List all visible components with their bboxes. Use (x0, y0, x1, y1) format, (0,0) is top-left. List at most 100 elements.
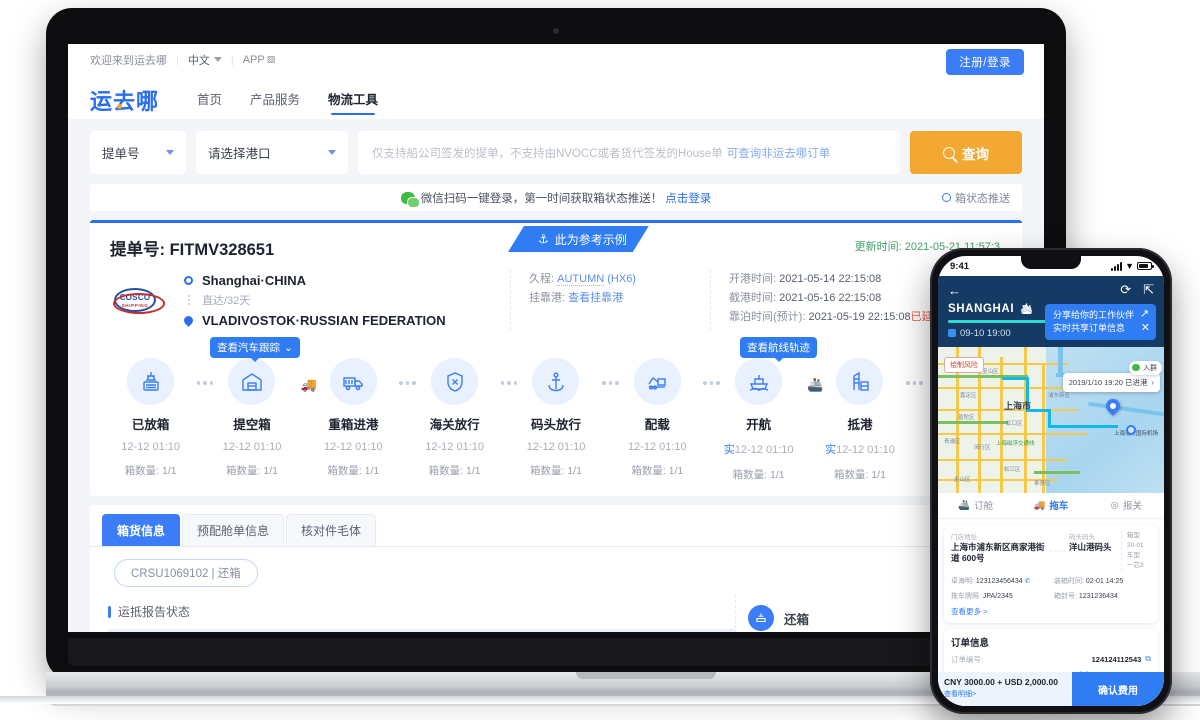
phone-tab-customs[interactable]: ◎ 报关 (1089, 493, 1164, 518)
berth-time-value: 2021-05-19 22:15:08 (808, 311, 911, 323)
open-time-label: 开港时间: (729, 273, 777, 285)
address-to-label: 码头码头 (1069, 533, 1095, 541)
milestone-departure[interactable]: 🚢 开航 实12-12 01:10 箱数量: 1/1 (708, 358, 823, 482)
order-number-label: 订单编号: (951, 654, 984, 664)
divider: | (230, 53, 234, 66)
phone-map[interactable]: 上海市 嘉定区 宝山区 普陀区 虹口区 浦东新区 闵行区 松江区 奉贤区 金山区… (938, 346, 1164, 493)
push-settings-button[interactable]: 箱状态推送 (942, 190, 1010, 206)
address-to: 码头码头 洋山港码头 (1069, 531, 1121, 571)
map-label: 普陀区 (958, 414, 975, 421)
berth-time-label: 靠泊时间(预计): (729, 311, 806, 323)
phone-device: 9:41 ▼ ← ⟳ ⇱ SHANGHAI 🛳 09-10 19:00 ↗ 分享… (930, 248, 1172, 714)
container-chip[interactable]: CRSU1069102 | 还箱 (114, 559, 258, 587)
wechat-group-label: 入群 (1143, 364, 1157, 372)
vessel-voyage: (HX6) (607, 273, 636, 285)
price-block: CNY 3000.00 + USD 2,000.00 查看明细> (938, 672, 1072, 706)
tab-cargo-info[interactable]: 箱货信息 (102, 514, 181, 546)
vessel-row: 久程: AUTUMN (HX6) (529, 270, 710, 289)
phone-icon[interactable]: ✆ (1025, 578, 1031, 585)
confirm-fee-button[interactable]: 确认费用 (1072, 672, 1164, 706)
view-more-link[interactable]: 查看更多 > (951, 606, 1151, 617)
phone-tab-booking[interactable]: 🚢 订舱 (938, 493, 1013, 518)
search-icon (943, 146, 955, 159)
wechat-group-button[interactable]: 入群 (1129, 360, 1162, 375)
search-button[interactable]: 查询 (910, 131, 1022, 174)
open-time-value: 2021-05-14 22:15:08 (779, 273, 882, 285)
back-arrow-icon[interactable]: ← (948, 283, 961, 298)
search-type-select[interactable]: 提单号 (90, 131, 186, 174)
milestone-qty: 箱数量: 1/1 (833, 469, 886, 481)
base-notch (576, 672, 716, 679)
call-port-row: 挂靠港: 查看挂靠港 (529, 289, 710, 308)
phone-address-card[interactable]: 门店地址 上海市浦东新区商家港街道 600号 ○⋯○ 码头码头 洋山港码头 箱型… (944, 524, 1158, 623)
detail-split: 运抵报告状态 状态 发送时间 回执时间 箱号 分关单号 船名 航次 IMO (90, 595, 1022, 632)
search-inline-link[interactable]: 可查询非运去哪订单 (727, 145, 831, 161)
vessel-name[interactable]: AUTUMN (557, 273, 605, 286)
chevron-down-icon (166, 150, 174, 155)
truck-icon (329, 358, 377, 405)
nav-item-products[interactable]: 产品服务 (250, 89, 300, 115)
phone-tab-trailer[interactable]: 🚚 拖车 (1013, 493, 1088, 518)
milestone-name: 开航 (746, 418, 772, 432)
notice-login-link[interactable]: 点击登录 (665, 190, 711, 206)
language-switcher[interactable]: 中文 (188, 52, 222, 68)
address-kv-row: 卓海明: 123123456434 ✆ 装箱时间: 02-01 14:25 (951, 576, 1151, 586)
search-input[interactable]: 仅支持船公司签发的提单，不支持由NVOCC或者货代签发的House单 可查询非运… (358, 131, 900, 174)
signal-icon (1111, 261, 1123, 271)
tab-manifest-info[interactable]: 预配舱单信息 (182, 514, 285, 546)
nav-item-home[interactable]: 首页 (197, 89, 222, 115)
map-label: 上海浦东国际机场 (1114, 430, 1159, 437)
order-card-title: 订单信息 (951, 637, 990, 649)
nav-item-logistics-tools[interactable]: 物流工具 (328, 89, 378, 115)
milestone-time: 12-12 01:10 (425, 441, 484, 453)
map-label: 松江区 (1004, 466, 1021, 473)
route-tracking-label: 查看航线轨迹 (747, 342, 810, 354)
milestone-full-in-port[interactable]: 重箱进港 12-12 01:10 箱数量: 1/1 (303, 358, 416, 482)
anchor-icon (532, 358, 580, 405)
call-port-link[interactable]: 查看挂靠港 (568, 292, 623, 304)
app-link[interactable]: APP (243, 54, 265, 66)
refresh-icon[interactable]: ⟳ (1120, 282, 1131, 298)
route-tracking-tooltip[interactable]: 查看航线轨迹 (740, 337, 817, 362)
port-select[interactable]: 请选择港口 (196, 131, 348, 174)
milestone-released-box[interactable]: 已放箱 12-12 01:10 箱数量: 1/1 (100, 358, 214, 482)
port-crane-icon (836, 358, 884, 405)
bl-number-value: FITMV328651 (169, 241, 275, 259)
transit-info: 直达/32天 (202, 295, 251, 307)
tab-verify-weight[interactable]: 核对件毛体 (286, 514, 377, 546)
loading-time: 装箱时间: 02-01 14:25 (1054, 577, 1124, 585)
order-number-value: 124124112543 (1091, 654, 1142, 664)
truck-tracking-tooltip[interactable]: 查看汽车跟踪 ⌄ (210, 337, 300, 362)
phone-tab-label: 拖车 (1049, 501, 1069, 512)
milestone-stowage[interactable]: 配载 12-12 01:10 箱数量: 1/1 (607, 358, 720, 482)
origin-row: Shanghai·CHINA (184, 270, 510, 290)
wifi-icon: ▼ (1125, 261, 1134, 271)
copy-icon[interactable]: ⧉ (1145, 654, 1151, 664)
ship-small-icon: 🛳 (1020, 303, 1034, 315)
customs-shield-icon (431, 358, 479, 405)
map-label: 闵行区 (974, 444, 991, 451)
milestone-arrival[interactable]: 抵港 实12-12 01:10 箱数量: 1/1 (809, 358, 923, 482)
share-tooltip-line1: 分享给你的工作伙伴 (1052, 310, 1134, 320)
milestone-terminal-release[interactable]: 码头放行 12-12 01:10 箱数量: 1/1 (505, 358, 619, 482)
map-label: 上海磁浮交通线 (996, 440, 1035, 447)
milestone-customs-release[interactable]: 海关放行 12-12 01:10 箱数量: 1/1 (404, 358, 518, 482)
price-detail-link[interactable]: 查看明细> (944, 689, 1066, 699)
milestone-pickup-empty[interactable]: 🚚 提空箱 12-12 01:10 箱数量: 1/1 (201, 358, 317, 482)
share-tooltip[interactable]: ↗ 分享给你的工作伙伴 实时共享订单信息 ✕ (1044, 304, 1156, 340)
share-icon[interactable]: ⇱ (1143, 282, 1154, 298)
register-login-button[interactable]: 注册/登录 (946, 49, 1024, 75)
address-top: 门店地址 上海市浦东新区商家港街道 600号 ○⋯○ 码头码头 洋山港码头 箱型… (951, 530, 1151, 571)
milestone-qty: 箱数量: 1/1 (732, 469, 785, 481)
site-logo[interactable]: 运去哪 (90, 91, 159, 119)
carrier-name: COSCO (119, 292, 151, 302)
milestone-qty: 箱数量: 1/1 (226, 465, 278, 477)
ship-icon (735, 358, 783, 405)
sample-ribbon-label: 此为参考示例 (554, 232, 627, 247)
map-status-callout[interactable]: 2019/1/10 19:20 已进港 › (1062, 372, 1160, 392)
milestone-time: 实12-12 01:10 (825, 444, 895, 456)
milestone-time: 12-12 01:10 (526, 441, 586, 453)
close-icon[interactable]: ✕ (1141, 322, 1150, 335)
welcome-text: 欢迎来到运去哪 (90, 54, 167, 67)
map-callout-text: 2019/1/10 19:20 已进港 (1068, 377, 1148, 387)
